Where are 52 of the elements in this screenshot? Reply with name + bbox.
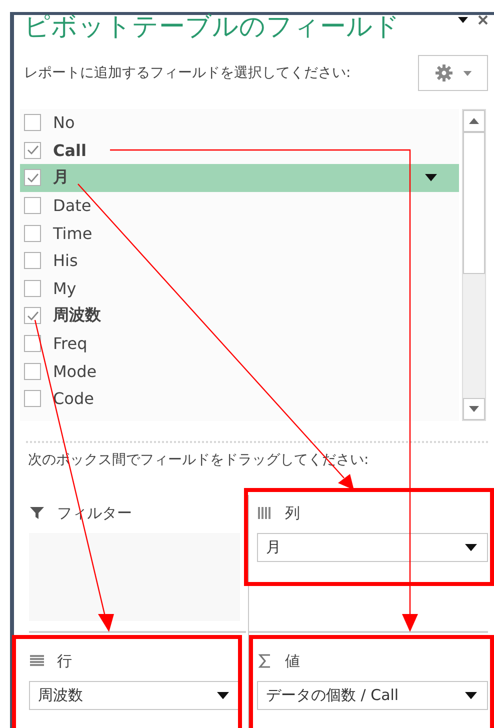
checkbox[interactable] <box>24 224 41 242</box>
field-item[interactable]: Date <box>20 192 459 220</box>
field-dropdown[interactable]: データの個数 / Call <box>257 681 488 710</box>
close-icon[interactable] <box>478 15 488 25</box>
field-item[interactable]: Freq <box>20 330 459 358</box>
field-item[interactable]: His <box>20 246 459 275</box>
caret-icon <box>425 174 437 182</box>
columns-icon <box>257 505 273 521</box>
checkbox[interactable] <box>24 335 41 352</box>
field-dropdown[interactable]: 月 <box>257 533 488 562</box>
rows-icon <box>29 653 45 669</box>
caret-icon <box>462 70 472 76</box>
settings-icon <box>434 64 452 82</box>
settings-button[interactable] <box>418 55 488 91</box>
caret-icon <box>458 17 468 23</box>
pane-title: ピボットテーブルのフィールド <box>24 13 400 41</box>
scrollbar[interactable] <box>462 109 486 421</box>
caret-icon <box>465 544 477 552</box>
area-label: 列 <box>285 504 300 522</box>
checkbox[interactable] <box>24 307 41 324</box>
checkbox[interactable] <box>24 390 41 408</box>
caret-icon <box>217 692 229 700</box>
down-arrow-icon <box>469 406 479 412</box>
checkbox[interactable] <box>24 362 41 380</box>
checkbox[interactable] <box>24 252 41 270</box>
field-item[interactable]: Call <box>20 136 459 164</box>
check-icon <box>26 145 38 156</box>
scroll-thumb[interactable] <box>463 132 485 274</box>
checkbox[interactable] <box>24 197 41 214</box>
check-icon <box>26 310 38 321</box>
instruction-text: レポートに追加するフィールドを選択してください: <box>24 64 351 82</box>
checkbox[interactable] <box>24 169 41 186</box>
field-item[interactable]: Mode <box>20 357 459 385</box>
field-item[interactable]: Code <box>20 384 459 413</box>
scroll-up-button[interactable] <box>463 110 485 132</box>
caret-icon <box>465 692 477 700</box>
field-item[interactable]: My <box>20 274 459 302</box>
field-item[interactable]: Time <box>20 219 459 247</box>
checkbox[interactable] <box>24 280 41 297</box>
scroll-down-button[interactable] <box>463 398 485 420</box>
area-label: 値 <box>285 652 300 670</box>
checkbox[interactable] <box>24 142 41 159</box>
field-dropdown[interactable]: 周波数 <box>29 681 240 710</box>
up-arrow-icon <box>469 118 479 124</box>
field-item[interactable]: 月 <box>20 164 459 192</box>
sigma-icon <box>257 653 273 669</box>
field-item[interactable]: No <box>20 109 459 137</box>
field-item[interactable]: 周波数 <box>20 302 459 330</box>
area-label: 行 <box>57 652 72 670</box>
checkbox[interactable] <box>24 114 41 132</box>
filter-icon <box>29 505 45 521</box>
check-icon <box>26 172 38 183</box>
